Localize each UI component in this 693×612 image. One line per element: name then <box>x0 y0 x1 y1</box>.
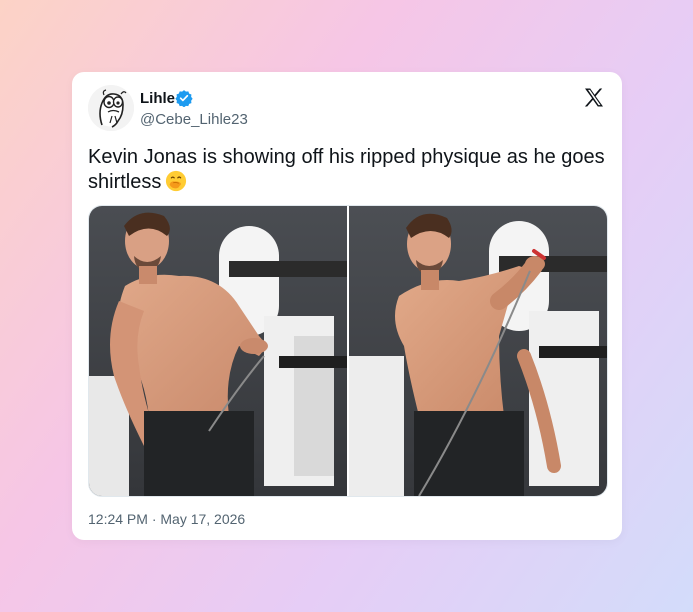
tweet-timestamp[interactable]: 12:24 PM · May 17, 2026 <box>88 511 245 527</box>
gym-photo-right-image <box>349 206 607 496</box>
gym-photo-left-image <box>89 206 347 496</box>
cartoon-avatar-icon <box>88 85 134 131</box>
author-avatar[interactable] <box>88 85 134 131</box>
tweet-text: Kevin Jonas is showing off his ripped ph… <box>88 145 608 195</box>
tweet-card: Lihle @Cebe_Lihle23 Kevin Jonas is showi… <box>72 72 622 540</box>
gym-photo-left[interactable] <box>89 206 347 496</box>
x-logo-icon[interactable] <box>582 86 606 110</box>
author-name[interactable]: Lihle <box>140 90 175 107</box>
gym-photo-right[interactable] <box>349 206 607 496</box>
author-handle[interactable]: @Cebe_Lihle23 <box>140 111 248 128</box>
face-with-hand-over-mouth-emoji-icon <box>166 170 187 192</box>
verified-badge-icon <box>175 90 193 107</box>
tweet-media[interactable] <box>88 205 608 497</box>
